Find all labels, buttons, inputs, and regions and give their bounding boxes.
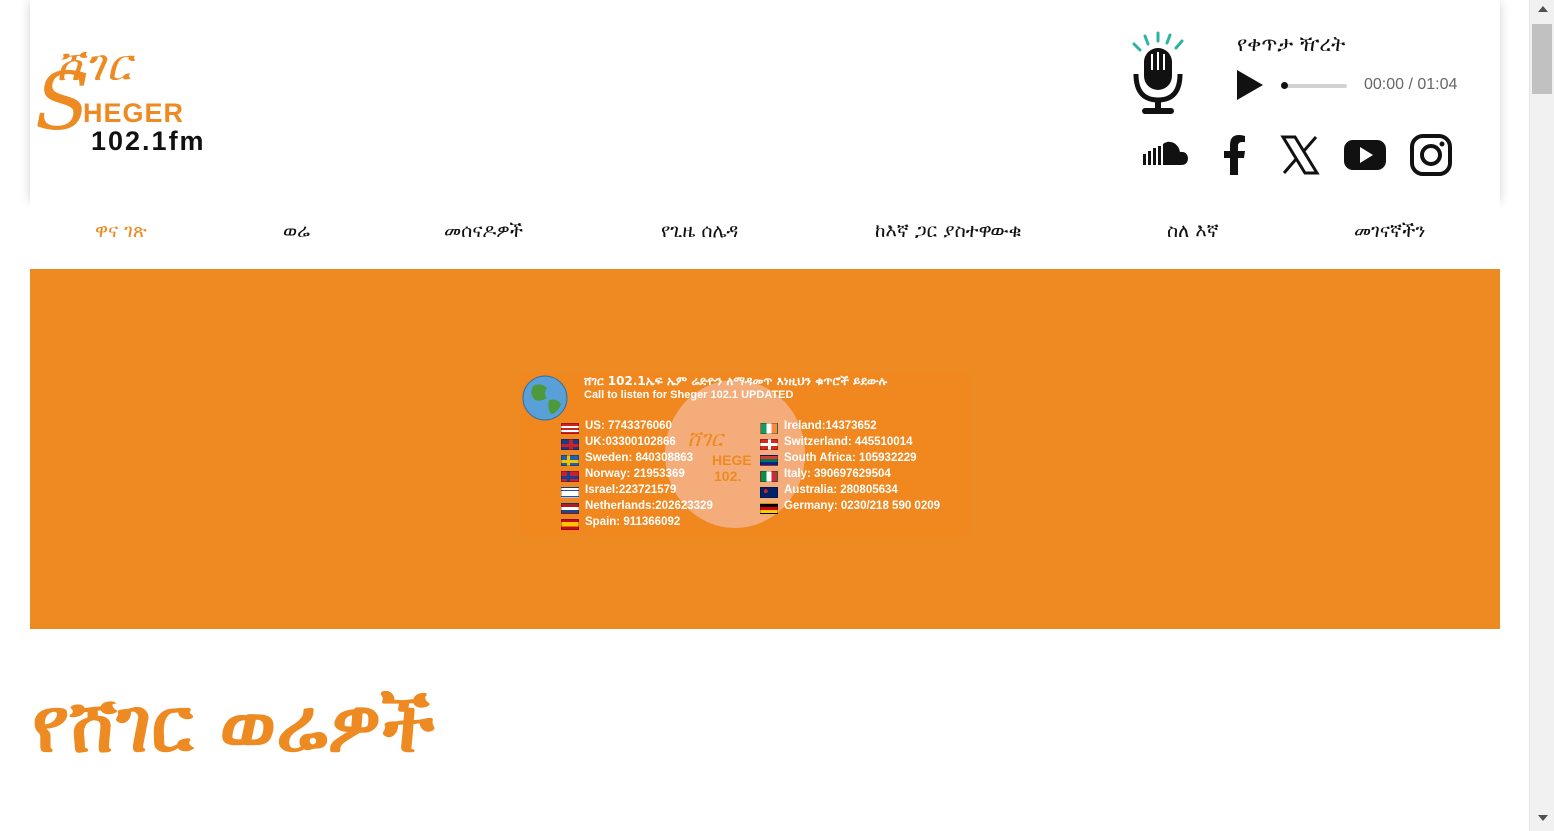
audio-progress-knob[interactable] — [1281, 82, 1288, 89]
nav-item-advertise[interactable]: ከእኛ ጋር ያስተዋውቁ — [875, 220, 1022, 242]
section-title: የሸገር ወሬዎች — [32, 680, 435, 769]
hero-banner: ሸገር 102.1ኤፍ ኤም ሬድዮን ለማዳመጥ እነዚህን ቁጥሮች ይደው… — [30, 269, 1500, 629]
microphone-icon — [1132, 31, 1184, 114]
scroll-down-icon[interactable] — [1538, 815, 1548, 821]
promo-heading-english: Call to listen for Sheger 102.1 UPDATED — [584, 389, 794, 401]
promo-logo-frequency: 102. — [714, 468, 742, 484]
facebook-icon[interactable] — [1210, 130, 1260, 180]
nav-item-programs[interactable]: መሰናዶዎች — [444, 220, 523, 242]
main-navigation: ዋና ገጽ ወሬ መሰናዶዎች የጊዜ ሰሌዳ ከእኛ ጋር ያስተዋውቁ ስለ… — [30, 200, 1500, 269]
instagram-icon[interactable] — [1406, 130, 1456, 180]
scrollbar-thumb[interactable] — [1532, 24, 1552, 94]
switzerland-flag-icon — [760, 439, 778, 450]
page: ሸገር S HEGER 102.1fm የቀጥታ ዥረት 00:00 / 01:… — [30, 0, 1500, 831]
x-icon[interactable] — [1275, 130, 1325, 180]
audio-progress-bar[interactable] — [1281, 82, 1347, 89]
netherlands-flag-icon — [561, 503, 579, 514]
south-africa-flag-icon — [760, 455, 778, 466]
germany-flag-icon — [760, 503, 778, 514]
ireland-flag-icon — [760, 423, 778, 434]
italy-flag-icon — [760, 471, 778, 482]
promo-logo-amharic: ሸገር — [687, 427, 723, 452]
promo-heading-amharic: ሸገር 102.1ኤፍ ኤም ሬድዮን ለማዳመጥ እነዚህን ቁጥሮች ይደው… — [584, 374, 888, 388]
nav-item-news[interactable]: ወሬ — [283, 220, 310, 242]
logo-frequency: 102.1fm — [91, 126, 206, 156]
sweden-flag-icon — [561, 455, 579, 466]
globe-icon — [522, 375, 568, 421]
nav-item-schedule[interactable]: የጊዜ ሰሌዳ — [661, 220, 738, 242]
promo-logo-latin: HEGE — [712, 452, 752, 468]
call-in-numbers-image[interactable]: ሸገር 102.1ኤፍ ኤም ሬድዮን ለማዳመጥ እነዚህን ቁጥሮች ይደው… — [519, 372, 971, 535]
nav-item-about[interactable]: ስለ እኛ — [1167, 220, 1219, 242]
australia-flag-icon — [760, 487, 778, 498]
nav-item-home[interactable]: ዋና ገጽ — [95, 220, 147, 242]
spain-flag-icon — [561, 519, 579, 530]
site-logo[interactable]: ሸገር S HEGER 102.1fm — [35, 40, 245, 160]
israel-flag-icon — [561, 487, 579, 498]
audio-time: 00:00 / 01:04 — [1364, 76, 1458, 93]
logo-latin-text: HEGER — [83, 98, 185, 128]
soundcloud-icon[interactable] — [1140, 130, 1190, 180]
play-button[interactable] — [1235, 68, 1265, 102]
scroll-up-icon[interactable] — [1538, 6, 1548, 12]
live-stream-title: የቀጥታ ዥረት — [1237, 32, 1346, 56]
site-header: ሸገር S HEGER 102.1fm የቀጥታ ዥረት 00:00 / 01:… — [30, 0, 1500, 200]
page-scrollbar[interactable] — [1529, 0, 1554, 831]
uk-flag-icon — [561, 439, 579, 450]
youtube-icon[interactable] — [1340, 130, 1390, 180]
logo-letter: S — [35, 55, 90, 148]
nav-item-contact[interactable]: መገናኛችን — [1354, 220, 1425, 242]
us-flag-icon — [561, 423, 579, 434]
norway-flag-icon — [561, 471, 579, 482]
